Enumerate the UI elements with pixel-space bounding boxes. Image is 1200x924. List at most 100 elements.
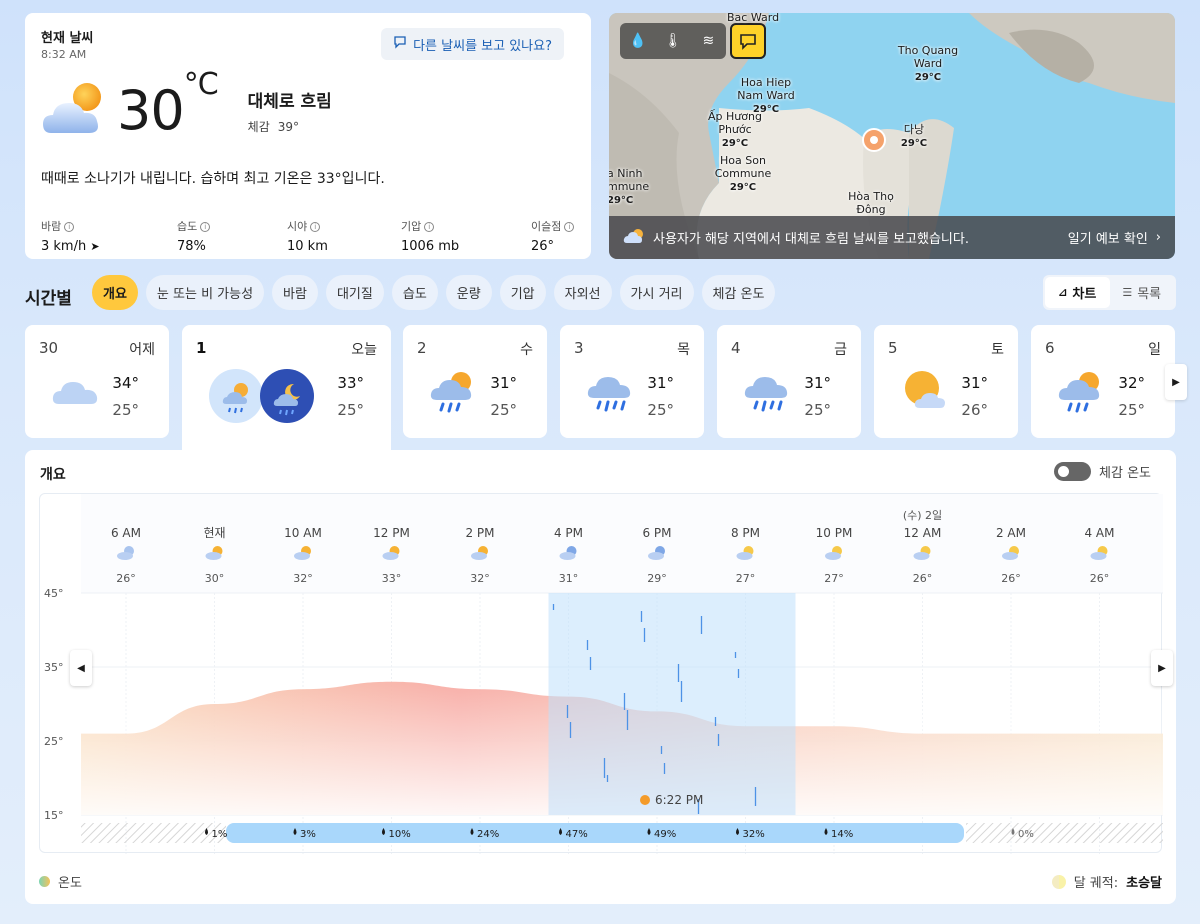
chevron-right-icon: ▶ <box>1172 376 1180 388</box>
hourly-detail-panel: 개요 체감 온도 45° 35° 25° 15° 6:22 PM 6 AM 26° 현재 30°… <box>25 450 1176 904</box>
hourly-weather-icon <box>648 552 664 560</box>
chart-icon: ⊿ <box>1058 286 1068 299</box>
chip-feels-like[interactable]: 체감 온도 <box>701 275 776 310</box>
rain-band <box>548 593 796 815</box>
hour-temp-label: 33° <box>382 572 402 585</box>
day-card[interactable]: 4 금 31° 25° <box>717 325 861 438</box>
chip-precip-chance[interactable]: 눈 또는 비 가능성 <box>145 275 265 310</box>
feels-like-toggle[interactable]: 체감 온도 <box>1054 462 1151 481</box>
hourly-weather-icon <box>559 552 576 560</box>
current-temperature: 30°C <box>117 67 219 142</box>
chip-air-quality[interactable]: 대기질 <box>325 275 384 310</box>
hour-temp-label: 26° <box>1090 572 1110 585</box>
weather-summary: 때때로 소나기가 내립니다. 습하며 최고 기온은 33°입니다. <box>41 171 385 187</box>
stat-dewpoint: 이슬점 i 26° <box>531 218 575 254</box>
day-card-selected[interactable]: 1 오늘 33° 25° <box>182 325 391 450</box>
hourly-weather-icon <box>382 552 399 560</box>
days-next-button[interactable]: ▶ <box>1165 364 1187 400</box>
precip-label: 0% <box>1018 829 1034 840</box>
hour-label: 4 AM <box>1084 526 1114 540</box>
view-list-button[interactable]: ☰ 목록 <box>1110 277 1175 308</box>
cloudy-sun-icon <box>41 81 109 141</box>
map-label: Hoa Son Commune 29°C <box>714 154 772 193</box>
user-report-text: 사용자가 해당 지역에서 대체로 흐림 날씨를 보고했습니다. <box>653 232 969 247</box>
chip-visibility[interactable]: 가시 거리 <box>619 275 694 310</box>
precip-label: 47% <box>566 829 588 840</box>
precip-none-region <box>966 823 1163 843</box>
map-label: Hòa Thọ Đông <box>848 190 894 216</box>
feels-like: 체감 39° <box>247 119 300 134</box>
chip-humidity[interactable]: 습도 <box>391 275 438 310</box>
info-icon: i <box>310 222 321 232</box>
rain-icon <box>743 370 793 418</box>
hour-temp-label: 31° <box>559 572 579 585</box>
map-location-pin-icon[interactable] <box>859 127 889 163</box>
hour-temp-label: 32° <box>470 572 490 585</box>
current-condition: 대체로 흐림 <box>247 91 332 112</box>
hourly-weather-icon <box>825 552 841 560</box>
chip-wind[interactable]: 바람 <box>272 275 318 310</box>
list-icon: ☰ <box>1122 286 1133 299</box>
temperature-legend-icon <box>39 876 50 887</box>
precipitation-layer-icon[interactable]: 💧 <box>627 33 649 49</box>
toggle-switch[interactable] <box>1054 462 1092 481</box>
temperature-layer-icon[interactable]: 🌡 <box>662 33 684 49</box>
hour-temp-label: 26° <box>116 572 136 585</box>
sunset-icon <box>640 795 650 805</box>
chip-overview[interactable]: 개요 <box>92 275 138 310</box>
hourly-weather-icon <box>205 552 222 560</box>
hour-temp-label: 26° <box>1001 572 1021 585</box>
day-card[interactable]: 6 일 32° 25° <box>1031 325 1175 438</box>
view-chart-button[interactable]: ⊿ 차트 <box>1045 277 1110 308</box>
day-card[interactable]: 3 목 31° 25° <box>560 325 704 438</box>
cloudy-icon <box>51 370 101 414</box>
map-label-danang[interactable]: 다낭 29°C <box>894 123 934 150</box>
stat-humidity: 습도 i 78% <box>177 218 287 254</box>
hour-temp-label: 29° <box>647 572 667 585</box>
hour-label: 10 AM <box>284 526 322 540</box>
cloudy-icon <box>623 228 645 248</box>
precip-none-region <box>81 823 226 843</box>
chevron-left-icon: ◀ <box>77 662 85 674</box>
day-card[interactable]: 5 토 31° 26° <box>874 325 1018 438</box>
chart-next-button[interactable]: ▶ <box>1151 650 1173 686</box>
chart-prev-button[interactable]: ◀ <box>70 650 92 686</box>
hourly-weather-icon <box>1090 552 1107 560</box>
current-weather-card: 현재 날씨 8:32 AM 다른 날씨를 보고 있나요? 30°C 대체로 흐림… <box>25 13 591 259</box>
y-tick-label: 25° <box>44 735 64 748</box>
chevron-right-icon: › <box>1155 230 1161 245</box>
map-layer-toolbar: 💧 🌡 ≋ <box>620 23 726 59</box>
hourly-title: 시간별 <box>25 289 72 309</box>
hourly-chart: 45° 35° 25° 15° 6:22 PM 6 AM 26° 현재 30° 10 AM 32° 1… <box>39 493 1163 854</box>
hour-label: 2 PM <box>465 526 494 540</box>
weather-stats: 바람 i 3 km/h ➤ 습도 i 78% 시야 i 10 km 기압 i 1006 mb 이… <box>41 218 575 254</box>
weather-map[interactable]: 💧 🌡 ≋ Bac Ward Tho Quang Ward 29°C Hoa Hi… <box>609 13 1175 259</box>
hour-label: 2 AM <box>996 526 1026 540</box>
sun-rain-icon <box>1057 370 1107 418</box>
chat-icon <box>393 35 407 53</box>
day-card[interactable]: 30 어제 34° 25° <box>25 325 169 438</box>
map-label: a Ninh mmune 29°C <box>609 167 650 206</box>
detail-title: 개요 <box>40 467 66 483</box>
chat-icon <box>740 34 756 50</box>
y-tick-label: 15° <box>44 809 64 822</box>
wind-direction-icon: ➤ <box>90 240 100 253</box>
rain-day-night-icon <box>208 368 318 428</box>
legend-moon: 달 궤적: 초승달 <box>1051 872 1162 891</box>
forecast-link[interactable]: 일기 예보 확인 › <box>1068 228 1161 247</box>
report-weather-button[interactable]: 다른 날씨를 보고 있나요? <box>381 28 564 60</box>
hourly-weather-icon <box>117 552 133 560</box>
precip-label: 14% <box>831 829 853 840</box>
map-label: Ấp Hương Phước 29°C <box>708 110 762 149</box>
stat-visibility: 시야 i 10 km <box>287 220 328 254</box>
hour-temp-label: 30° <box>205 572 225 585</box>
reports-layer-button[interactable] <box>730 23 766 59</box>
wind-layer-icon[interactable]: ≋ <box>697 33 719 49</box>
hour-label: 현재 <box>203 526 225 540</box>
chip-uv[interactable]: 자외선 <box>553 275 612 310</box>
day-card[interactable]: 2 수 31° 25° <box>403 325 547 438</box>
chip-pressure[interactable]: 기압 <box>499 275 546 310</box>
view-toggle: ⊿ 차트 ☰ 목록 <box>1043 275 1176 310</box>
chip-cloud-cover[interactable]: 운량 <box>445 275 492 310</box>
user-report-banner[interactable]: 사용자가 해당 지역에서 대체로 흐림 날씨를 보고했습니다. 일기 예보 확인… <box>609 216 1175 259</box>
